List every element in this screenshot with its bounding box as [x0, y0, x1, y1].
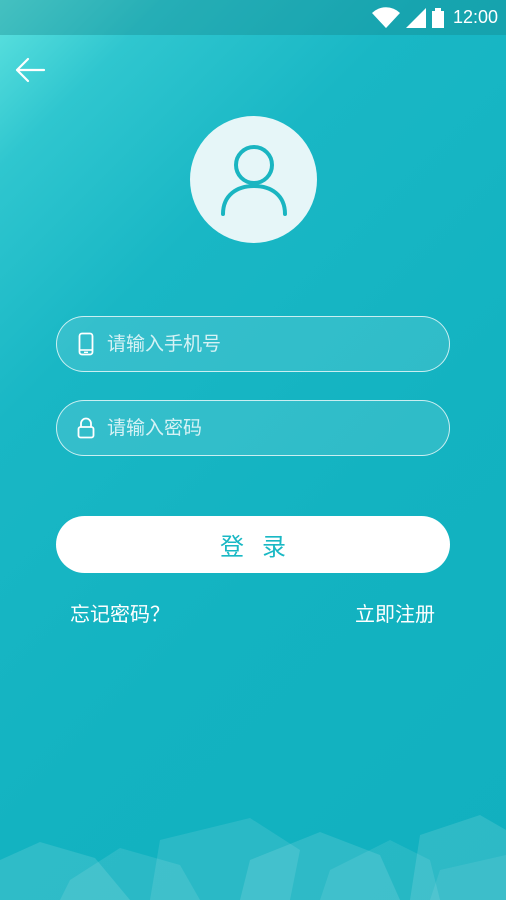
- arrow-left-icon: [15, 57, 46, 83]
- register-link[interactable]: 立即注册: [355, 598, 435, 627]
- back-button[interactable]: [12, 52, 48, 88]
- battery-icon: [431, 7, 444, 28]
- phone-input[interactable]: [107, 317, 449, 371]
- login-button[interactable]: 登录: [56, 516, 450, 573]
- status-time: 12:00: [452, 7, 498, 27]
- avatar: [190, 116, 317, 243]
- password-field: [56, 400, 450, 456]
- wifi-icon: [371, 6, 400, 28]
- status-bar: 12:00: [0, 0, 506, 35]
- bottom-decoration: [0, 815, 506, 900]
- user-icon: [220, 144, 287, 216]
- phone-icon: [75, 331, 97, 357]
- signal-icon: [405, 7, 426, 28]
- lock-icon: [75, 415, 97, 441]
- phone-field: [56, 316, 450, 372]
- forgot-password-link[interactable]: 忘记密码？: [70, 598, 170, 627]
- password-input[interactable]: [107, 401, 449, 455]
